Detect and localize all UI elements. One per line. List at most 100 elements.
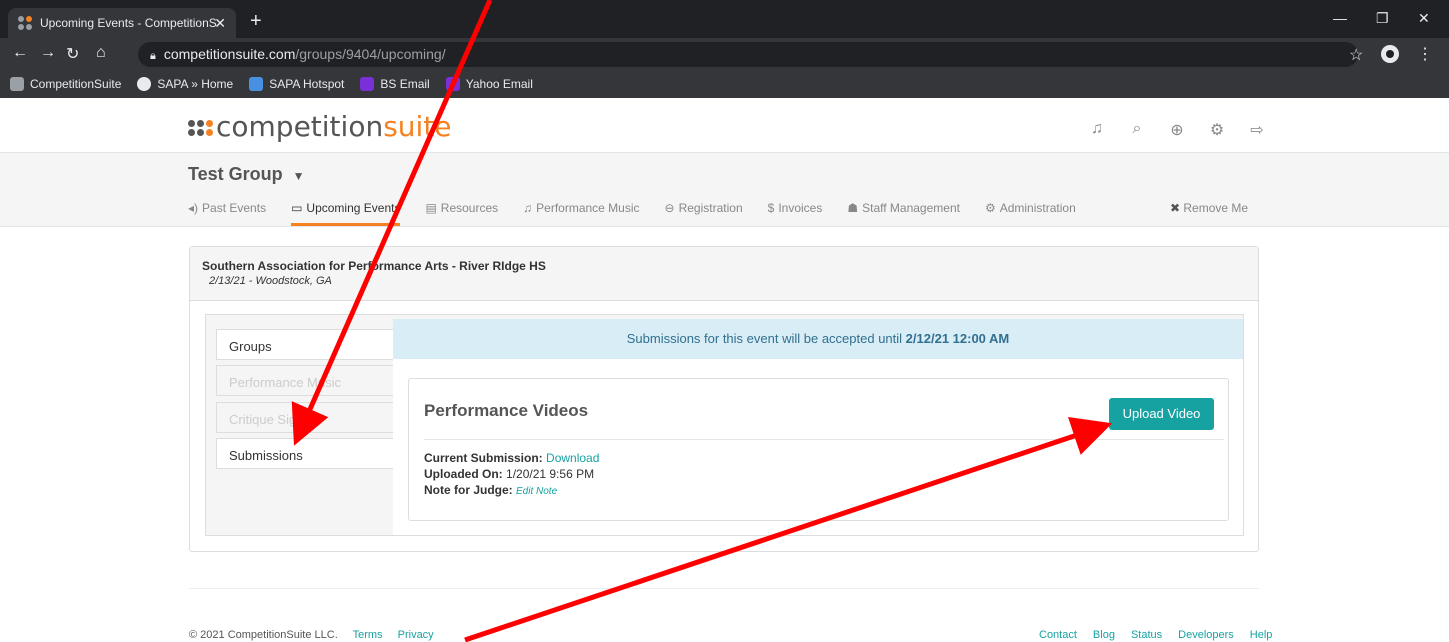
event-date-location: 2/13/21 - Woodstock, GA <box>209 275 332 287</box>
download-link[interactable]: Download <box>546 451 599 465</box>
logout-icon[interactable]: ⇨ <box>1248 120 1266 140</box>
caret-down-icon: ▼ <box>292 169 305 183</box>
remove-me-label: Remove Me <box>1183 201 1249 215</box>
bus-icon: ⊖ <box>664 201 675 215</box>
tab-upcoming-events[interactable]: ▭ Upcoming Events <box>291 201 401 226</box>
bookmark-bs-email[interactable]: BS Email <box>360 77 430 91</box>
home-icon[interactable]: ⌂ <box>96 44 106 62</box>
group-selector[interactable]: Test Group ▼ <box>188 164 305 185</box>
hotspot-favicon-icon <box>249 77 264 91</box>
tab-label: Staff Management <box>862 201 960 215</box>
email-favicon-icon <box>360 77 375 91</box>
competitionsuite-favicon-icon <box>10 77 24 91</box>
browser-tab[interactable]: Upcoming Events - CompetitionS ✕ <box>8 8 236 38</box>
event-header: Southern Association for Performance Art… <box>190 247 1258 301</box>
tab-performance-music[interactable]: ♫ Performance Music <box>523 201 639 226</box>
bookmark-competitionsuite[interactable]: CompetitionSuite <box>10 77 121 91</box>
side-tab-label: Critique Sign <box>229 412 304 427</box>
footer-link-help[interactable]: Help <box>1250 629 1273 641</box>
side-tab-label: Submissions <box>229 448 303 463</box>
uploaded-on-label: Uploaded On: <box>424 467 503 481</box>
videos-title: Performance Videos <box>424 401 589 420</box>
side-tab-performance-music[interactable]: Performance Music <box>216 365 394 396</box>
bookmark-label: SAPA Hotspot <box>269 77 345 91</box>
uploaded-on-value: 1/20/21 9:56 PM <box>506 467 595 481</box>
lock-icon: 🔒︎ <box>150 50 156 62</box>
logo-dots-icon <box>188 120 213 136</box>
settings-icon[interactable]: ⚙ <box>1208 120 1226 140</box>
current-submission-label: Current Submission: <box>424 451 543 465</box>
bookmark-star-icon[interactable]: ☆ <box>1349 45 1363 65</box>
tab-label: Upcoming Events <box>306 201 401 215</box>
users-icon: ☗ <box>847 201 859 215</box>
bookmarks-bar: CompetitionSuite SAPA » Home SAPA Hotspo… <box>0 70 1449 98</box>
event-card: Southern Association for Performance Art… <box>189 246 1259 552</box>
footer-link-privacy[interactable]: Privacy <box>398 629 434 641</box>
site-favicon-icon <box>18 16 32 30</box>
footer-divider <box>189 588 1259 589</box>
footer-link-contact[interactable]: Contact <box>1039 629 1077 641</box>
browser-toolbar: ← → ↻ ⌂ 🔒︎ competitionsuite.com/groups/94… <box>0 38 1449 70</box>
note-row: Note for Judge: Edit Note <box>424 483 557 497</box>
music-note-icon: ♫ <box>523 201 533 215</box>
tab-invoices[interactable]: $ Invoices <box>768 201 823 226</box>
dollar-icon: $ <box>767 201 775 215</box>
bookmark-sapa-home[interactable]: SAPA » Home <box>137 77 233 91</box>
alert-deadline: 2/12/21 12:00 AM <box>905 331 1010 346</box>
minimize-window-icon[interactable]: — <box>1333 10 1347 26</box>
close-tab-icon[interactable]: ✕ <box>214 15 226 32</box>
tab-label: Resources <box>440 201 499 215</box>
search-icon[interactable]: ⌕ <box>1128 120 1146 140</box>
close-window-icon[interactable]: ✕ <box>1418 10 1430 27</box>
event-title: Southern Association for Performance Art… <box>202 259 546 273</box>
footer-link-terms[interactable]: Terms <box>353 629 383 641</box>
tab-past-events[interactable]: ◂) Past Events <box>188 201 266 226</box>
footer-link-status[interactable]: Status <box>1131 629 1162 641</box>
help-icon[interactable]: ⊕ <box>1168 120 1186 140</box>
tab-registration[interactable]: ⊖ Registration <box>665 201 743 226</box>
footer-link-blog[interactable]: Blog <box>1093 629 1115 641</box>
tab-label: Administration <box>999 201 1076 215</box>
bookmark-sapa-hotspot[interactable]: SAPA Hotspot <box>249 77 344 91</box>
tab-resources[interactable]: ▤ Resources <box>425 201 498 226</box>
browser-menu-icon[interactable]: ⋮ <box>1417 44 1433 64</box>
event-detail-panel: Groups Performance Music Critique Sign S… <box>205 314 1244 536</box>
note-label: Note for Judge: <box>424 483 513 497</box>
bookmark-yahoo-email[interactable]: Yahoo Email <box>445 77 533 91</box>
tab-administration[interactable]: ⚙ Administration <box>985 201 1076 226</box>
site-logo[interactable]: competitionsuite <box>188 110 452 143</box>
back-arrow-icon[interactable]: ← <box>12 44 28 62</box>
bookmark-label: Yahoo Email <box>465 77 533 91</box>
side-tab-submissions[interactable]: Submissions <box>216 438 396 469</box>
music-icon[interactable]: ♫ <box>1088 120 1106 140</box>
edit-note-link[interactable]: Edit Note <box>516 486 557 497</box>
group-header: Test Group ▼ ◂) Past Events ▭ Upcoming Even… <box>0 152 1449 227</box>
remove-me-link[interactable]: ✖ Remove Me <box>1170 201 1248 215</box>
group-nav: ◂) Past Events ▭ Upcoming Events ▤ Resource… <box>188 201 1076 226</box>
divider <box>424 439 1224 440</box>
side-tab-critique-sign[interactable]: Critique Sign <box>216 402 394 433</box>
tab-label: Registration <box>678 201 743 215</box>
alert-text: Submissions for this event will be accep… <box>626 331 903 346</box>
resources-icon: ▤ <box>425 201 437 215</box>
new-tab-icon[interactable]: + <box>250 10 262 33</box>
profile-avatar-icon[interactable] <box>1381 45 1399 63</box>
forward-arrow-icon[interactable]: → <box>40 44 56 62</box>
upload-video-button[interactable]: Upload Video <box>1109 398 1214 430</box>
submissions-pane: Submissions for this event will be accep… <box>393 319 1243 535</box>
sapa-favicon-icon <box>137 77 152 91</box>
reload-icon[interactable]: ↻ <box>66 44 79 64</box>
bookmark-label: BS Email <box>380 77 430 91</box>
footer-right: Contact Blog Status Developers Help <box>1039 629 1272 641</box>
tab-label: Performance Music <box>536 201 640 215</box>
tab-label: Past Events <box>202 201 267 215</box>
uploaded-on-row: Uploaded On: 1/20/21 9:56 PM <box>424 467 594 481</box>
speaker-icon: ◂) <box>188 201 199 215</box>
side-tab-label: Groups <box>229 339 272 354</box>
tab-staff-management[interactable]: ☗ Staff Management <box>847 201 960 226</box>
deadline-alert: Submissions for this event will be accep… <box>393 319 1243 359</box>
footer-link-developers[interactable]: Developers <box>1178 629 1234 641</box>
side-tab-groups[interactable]: Groups <box>216 329 394 360</box>
restore-window-icon[interactable]: ❐ <box>1376 10 1389 27</box>
address-bar[interactable]: 🔒︎ competitionsuite.com/groups/9404/upcom… <box>138 42 1358 67</box>
